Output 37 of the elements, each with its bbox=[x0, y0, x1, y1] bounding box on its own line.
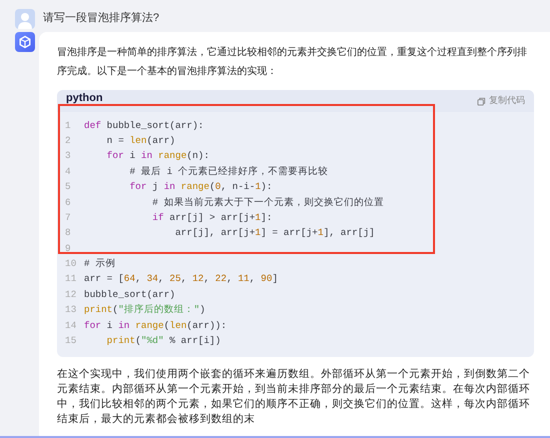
code-line: for i in range(n): bbox=[106, 149, 210, 164]
line-number: 9 bbox=[64, 242, 72, 256]
code-line: print("%d" % arr[i]) bbox=[106, 334, 221, 348]
assistant-logo-icon bbox=[15, 32, 35, 52]
line-number: 5 bbox=[64, 180, 72, 194]
line-number: 4 bbox=[64, 164, 72, 179]
line-number: 14 bbox=[64, 318, 78, 333]
line-number: 13 bbox=[64, 303, 78, 318]
line-number: 7 bbox=[64, 210, 72, 225]
line-number: 1 bbox=[64, 118, 72, 133]
code-line: if arr[j] > arr[j+1]: bbox=[151, 210, 272, 225]
copy-code-button[interactable]: 复制代码 bbox=[477, 94, 525, 108]
line-number: 10 bbox=[64, 257, 78, 272]
code-line: for j in range(0, n-i-1): bbox=[128, 180, 272, 194]
code-line: def bubble_sort(arr): bbox=[84, 118, 204, 133]
line-number: 11 bbox=[64, 272, 78, 286]
intro-paragraph: 冒泡排序是一种简单的排序算法，它通过比较相邻的元素并交换它们的位置，重复这个过程直到整个序列排序完成。以下是一个基本的冒泡排序算法的实现： bbox=[57, 46, 528, 79]
code-line: # 最后 i 个元素已经排好序，不需要再比较 bbox=[128, 164, 328, 179]
language-label: python bbox=[66, 92, 103, 104]
code-line: print("排序后的数组：") bbox=[84, 303, 206, 318]
question-text: 请写一段冒泡排序算法? bbox=[43, 10, 160, 26]
line-number: 15 bbox=[64, 334, 78, 348]
code-line: arr = [64, 34, 25, 12, 22, 11, 90] bbox=[84, 272, 278, 286]
copy-icon bbox=[477, 96, 486, 106]
line-number: 3 bbox=[64, 149, 72, 164]
line-number: 2 bbox=[64, 134, 72, 148]
code-line: bubble_sort(arr) bbox=[84, 288, 176, 302]
code-line: # 示例 bbox=[84, 257, 116, 272]
code-line: # 如果当前元素大于下一个元素，则交换它们的位置 bbox=[151, 196, 384, 210]
explanation-paragraph: 在这个实现中，我们使用两个嵌套的循环来遍历数组。外部循环从第一个元素开始，到倒数第二个元素结束。内部循环从第一个元素开始，到当前未排序部分的最后一个元素结束。在每次内部循环中，我们比较相邻的两个元素，如果它们的顺序不正确，则交换它们的位置。这样，每次内部循环结束后，最大的元素都会被移到数组的末 bbox=[57, 366, 531, 427]
code-line: arr[j], arr[j+1] = arr[j+1], arr[j] bbox=[174, 226, 375, 240]
line-number: 12 bbox=[64, 288, 78, 302]
line-number: 8 bbox=[64, 226, 72, 240]
code-line: n = len(arr) bbox=[106, 134, 176, 148]
code-line: for i in range(len(arr)): bbox=[84, 318, 227, 333]
line-number: 6 bbox=[64, 196, 72, 210]
user-avatar-icon bbox=[15, 8, 35, 28]
